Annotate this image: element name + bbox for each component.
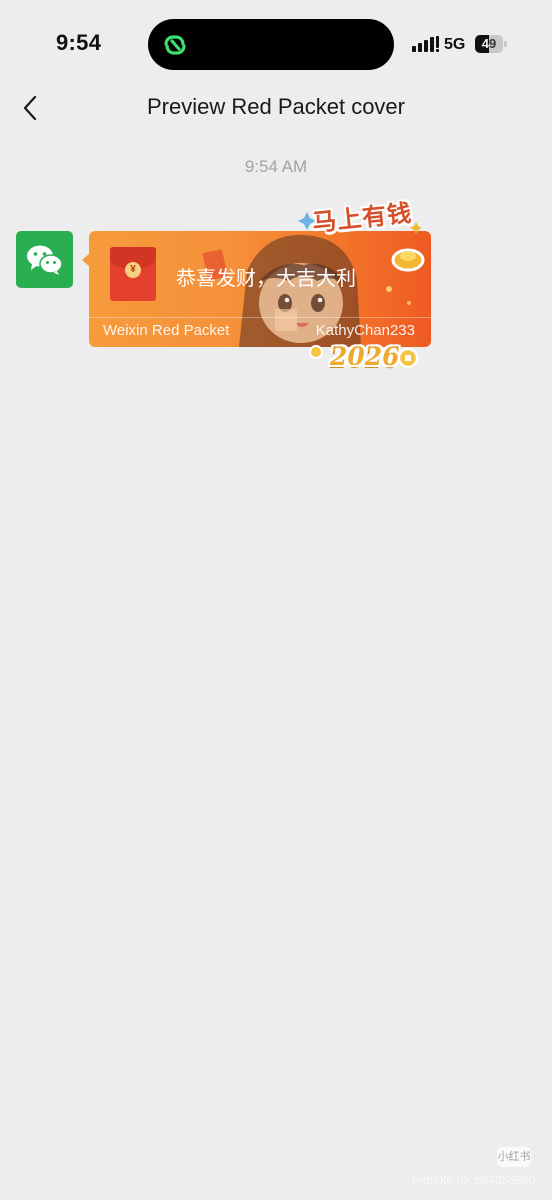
page-title: Preview Red Packet cover [147,94,405,119]
watermark-badge: 小红书 [497,1147,531,1167]
network-type: 5G [444,36,466,53]
link-activity-icon [164,35,186,55]
packet-divider [89,317,431,318]
dynamic-island [148,19,394,70]
wechat-icon [27,245,63,275]
battery-percent: 49 [481,36,497,51]
packet-sender: KathyChan233 [315,322,415,339]
red-packet-message[interactable]: ¥ 恭喜发财，大吉大利 Weixin Red Packet KathyChan2… [89,231,431,347]
watermark-text: rednote ID: 564358880 [412,1173,535,1187]
avatar[interactable] [16,231,73,288]
sticker-year: 2026 [330,342,400,371]
status-bar: 9:54 5G 49 [0,0,552,90]
battery-icon: 49 [475,35,507,53]
packet-greeting: 恭喜发财，大吉大利 [176,266,356,290]
packet-label: Weixin Red Packet [103,322,230,339]
message-timestamp: 9:54 AM [244,157,308,176]
red-envelope-icon: ¥ [110,247,156,301]
status-time: 9:54 [56,30,102,55]
cellular-signal-icon [412,36,439,52]
